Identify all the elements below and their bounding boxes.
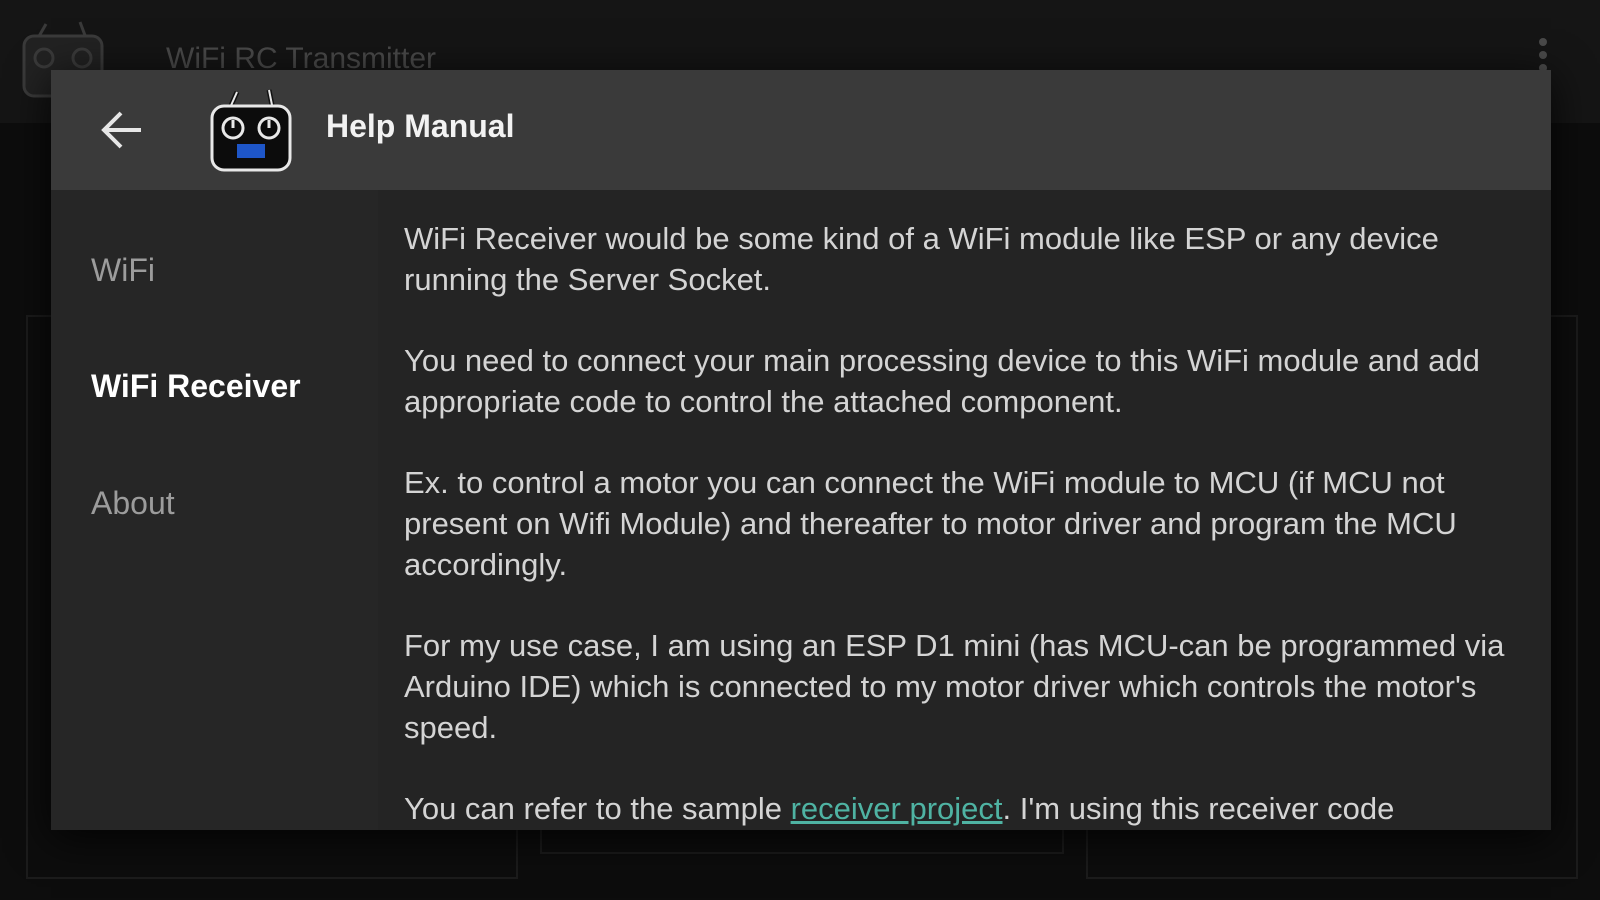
overflow-menu-icon[interactable] bbox=[1536, 38, 1550, 72]
paragraph-text: . I'm using this receiver code bbox=[1002, 791, 1395, 826]
paragraph: For my use case, I am using an ESP D1 mi… bbox=[404, 628, 1505, 745]
paragraph: You can refer to the sample receiver pro… bbox=[404, 788, 1524, 829]
help-content-text: WiFi Receiver would be some kind of a Wi… bbox=[404, 218, 1524, 830]
sidebar-item-wifi-receiver[interactable]: WiFi Receiver bbox=[91, 368, 301, 405]
sidebar-item-about[interactable]: About bbox=[91, 485, 175, 522]
receiver-project-link[interactable]: receiver project bbox=[791, 791, 1003, 826]
sidebar-item-wifi[interactable]: WiFi bbox=[91, 252, 155, 289]
paragraph: Ex. to control a motor you can connect t… bbox=[404, 465, 1457, 582]
rc-transmitter-icon bbox=[210, 89, 292, 172]
help-sidebar: WiFi WiFi Receiver About bbox=[51, 190, 378, 830]
dialog-title: Help Manual bbox=[326, 108, 515, 144]
help-content[interactable]: WiFi Receiver would be some kind of a Wi… bbox=[378, 190, 1551, 830]
back-button[interactable] bbox=[91, 100, 151, 160]
paragraph: WiFi Receiver would be some kind of a Wi… bbox=[404, 221, 1439, 297]
arrow-left-icon bbox=[101, 111, 141, 149]
paragraph-text: You can refer to the sample bbox=[404, 791, 791, 826]
dialog-header: Help Manual bbox=[51, 70, 1551, 190]
help-manual-dialog: Help Manual WiFi WiFi Receiver About WiF… bbox=[51, 70, 1551, 830]
paragraph: You need to connect your main processing… bbox=[404, 343, 1480, 419]
